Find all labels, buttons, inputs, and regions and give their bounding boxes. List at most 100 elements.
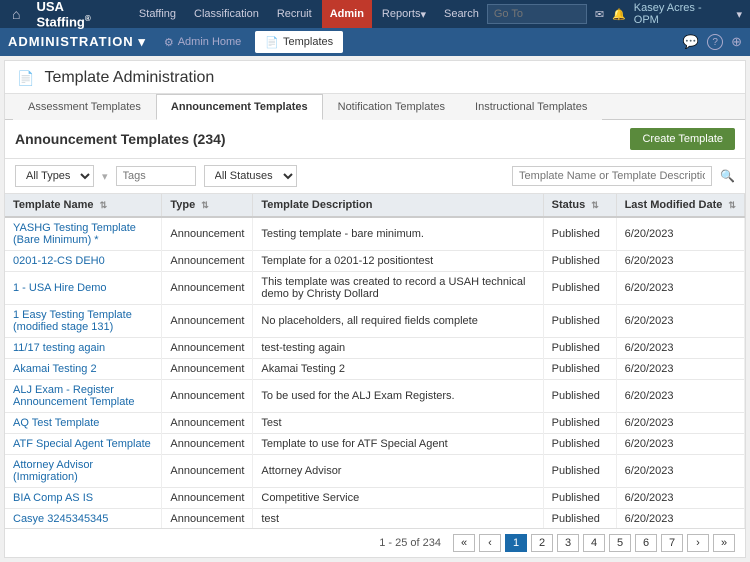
next-page-button[interactable]: › [687, 534, 709, 552]
tab-notification[interactable]: Notification Templates [323, 94, 460, 120]
cell-description: Testing template - bare minimum. [253, 217, 543, 251]
col-last-modified[interactable]: Last Modified Date ⇅ [616, 194, 744, 217]
cell-description: No placeholders, all required fields com… [253, 305, 543, 338]
user-name[interactable]: Kasey Acres - OPM [634, 2, 729, 26]
col-description: Template Description [253, 194, 543, 217]
tab-instructional[interactable]: Instructional Templates [460, 94, 602, 120]
mail-icon[interactable]: ✉ [595, 8, 604, 21]
cell-template-name[interactable]: 11/17 testing again [5, 338, 162, 359]
cell-status: Published [543, 455, 616, 488]
tab-bar: Assessment Templates Announcement Templa… [5, 94, 745, 120]
cell-template-name[interactable]: Akamai Testing 2 [5, 359, 162, 380]
cell-status: Published [543, 338, 616, 359]
tab-assessment[interactable]: Assessment Templates [13, 94, 156, 120]
cell-status: Published [543, 217, 616, 251]
cell-date: 6/20/2023 [616, 251, 744, 272]
cell-description: This template was created to record a US… [253, 272, 543, 305]
cell-date: 6/20/2023 [616, 413, 744, 434]
cell-template-name[interactable]: ATF Special Agent Template [5, 434, 162, 455]
table-row: 0201-12-CS DEH0 Announcement Template fo… [5, 251, 745, 272]
cell-template-name[interactable]: 0201-12-CS DEH0 [5, 251, 162, 272]
cell-type: Announcement [162, 413, 253, 434]
add-icon[interactable]: ⊕ [731, 34, 742, 50]
cell-template-name[interactable]: Attorney Advisor (Immigration) [5, 455, 162, 488]
top-nav-left: ⌂ USA Staffing® Staffing Classification … [8, 0, 487, 29]
main-nav-links: Staffing Classification Recruit Admin Re… [131, 0, 487, 28]
cell-date: 6/20/2023 [616, 305, 744, 338]
page-title: Template Administration [44, 69, 214, 87]
cell-type: Announcement [162, 488, 253, 509]
table-row: 1 Easy Testing Template (modified stage … [5, 305, 745, 338]
nav-recruit[interactable]: Recruit [269, 0, 320, 28]
create-template-button[interactable]: Create Template [630, 128, 735, 150]
nav-staffing[interactable]: Staffing [131, 0, 184, 28]
help-icon[interactable]: ? [707, 34, 723, 50]
cell-template-name[interactable]: 1 Easy Testing Template (modified stage … [5, 305, 162, 338]
cell-template-name[interactable]: BIA Comp AS IS [5, 488, 162, 509]
cell-date: 6/20/2023 [616, 455, 744, 488]
prev-page-button[interactable]: ‹ [479, 534, 501, 552]
sub-nav-tabs: ⚙ Admin Home 📄 Templates [154, 31, 343, 53]
nav-reports[interactable]: Reports ▾ [374, 0, 434, 28]
table-row: Akamai Testing 2 Announcement Akamai Tes… [5, 359, 745, 380]
table-row: 1 - USA Hire Demo Announcement This temp… [5, 272, 745, 305]
first-page-button[interactable]: « [453, 534, 475, 552]
sub-nav-icons: 💬 ? ⊕ [683, 34, 742, 50]
cell-type: Announcement [162, 217, 253, 251]
cell-status: Published [543, 359, 616, 380]
tab-announcement[interactable]: Announcement Templates [156, 94, 323, 120]
search-input[interactable] [512, 166, 712, 186]
page-5-button[interactable]: 5 [609, 534, 631, 552]
cell-template-name[interactable]: 1 - USA Hire Demo [5, 272, 162, 305]
home-nav-icon[interactable]: ⌂ [8, 0, 24, 28]
page-3-button[interactable]: 3 [557, 534, 579, 552]
page-2-button[interactable]: 2 [531, 534, 553, 552]
page-1-button[interactable]: 1 [505, 534, 527, 552]
go-to-input[interactable] [487, 4, 587, 24]
last-page-button[interactable]: » [713, 534, 735, 552]
status-filter[interactable]: All Statuses [204, 165, 297, 187]
alert-icon[interactable]: 🔔 [612, 8, 626, 21]
chat-icon[interactable]: 💬 [683, 34, 699, 50]
table-row: ATF Special Agent Template Announcement … [5, 434, 745, 455]
cell-date: 6/20/2023 [616, 217, 744, 251]
page-content: 📄 Template Administration Assessment Tem… [4, 60, 746, 558]
tags-filter[interactable] [116, 166, 196, 186]
cell-template-name[interactable]: AQ Test Template [5, 413, 162, 434]
section-title: Announcement Templates (234) [15, 131, 622, 147]
user-menu-icon[interactable]: ▾ [736, 8, 742, 21]
col-status[interactable]: Status ⇅ [543, 194, 616, 217]
cell-type: Announcement [162, 359, 253, 380]
page-4-button[interactable]: 4 [583, 534, 605, 552]
cell-description: Akamai Testing 2 [253, 359, 543, 380]
cell-description: Test [253, 413, 543, 434]
cell-status: Published [543, 413, 616, 434]
cell-type: Announcement [162, 434, 253, 455]
page-6-button[interactable]: 6 [635, 534, 657, 552]
table-row: ALJ Exam - Register Announcement Templat… [5, 380, 745, 413]
nav-admin[interactable]: Admin [322, 0, 372, 28]
cell-description: To be used for the ALJ Exam Registers. [253, 380, 543, 413]
cell-template-name[interactable]: YASHG Testing Template (Bare Minimum) * [5, 217, 162, 251]
page-7-button[interactable]: 7 [661, 534, 683, 552]
search-icon[interactable]: 🔍 [720, 169, 735, 183]
col-template-name[interactable]: Template Name ⇅ [5, 194, 162, 217]
table-header-row: Template Name ⇅ Type ⇅ Template Descript… [5, 194, 745, 217]
cell-type: Announcement [162, 272, 253, 305]
sub-navigation: ADMINISTRATION ▾ ⚙ Admin Home 📄 Template… [0, 28, 750, 56]
cell-description: Attorney Advisor [253, 455, 543, 488]
cell-status: Published [543, 434, 616, 455]
cell-template-name[interactable]: ALJ Exam - Register Announcement Templat… [5, 380, 162, 413]
nav-search[interactable]: Search [436, 0, 487, 28]
top-nav-right: ✉ 🔔 Kasey Acres - OPM ▾ [487, 2, 742, 26]
nav-classification[interactable]: Classification [186, 0, 267, 28]
col-type[interactable]: Type ⇅ [162, 194, 253, 217]
sub-tab-admin-home[interactable]: ⚙ Admin Home [154, 31, 251, 53]
cell-status: Published [543, 251, 616, 272]
admin-title: ADMINISTRATION ▾ [8, 34, 146, 50]
sub-tab-templates[interactable]: 📄 Templates [255, 31, 343, 53]
type-filter[interactable]: All Types [15, 165, 94, 187]
table-row: BIA Comp AS IS Announcement Competitive … [5, 488, 745, 509]
filter-separator: ▾ [102, 170, 108, 183]
cell-template-name[interactable]: Casye 3245345345 [5, 509, 162, 529]
